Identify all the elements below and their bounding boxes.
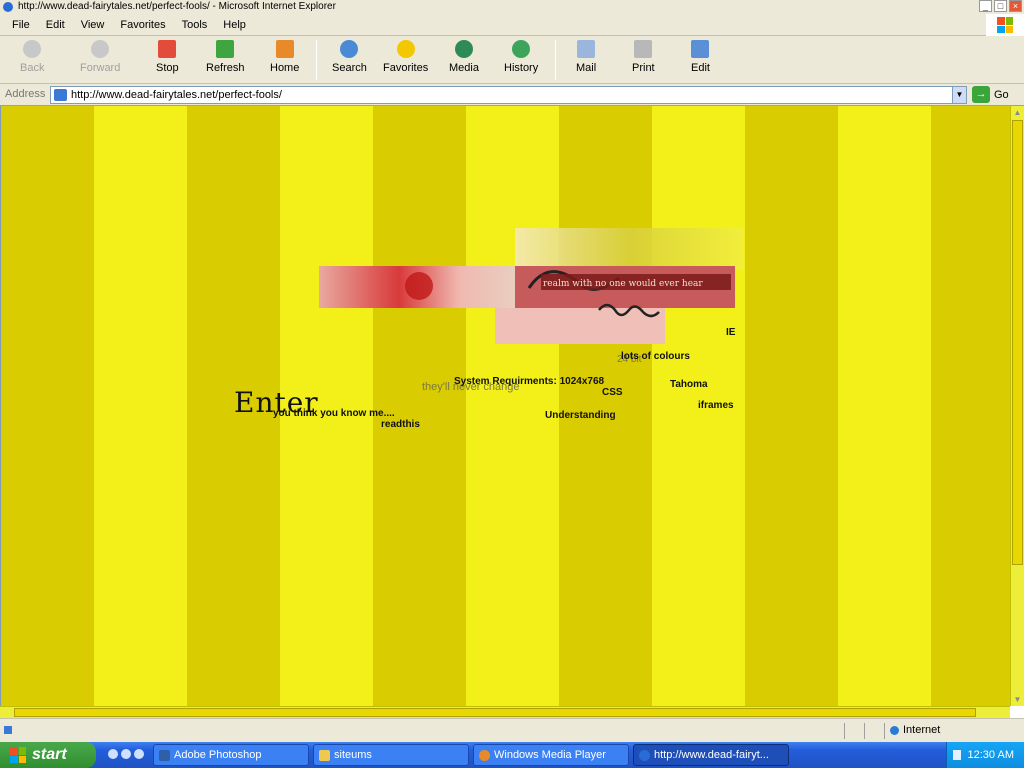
menu-bar: File Edit View Favorites Tools Help — [0, 14, 1024, 36]
windows-logo-icon — [10, 747, 26, 763]
history-icon — [512, 40, 531, 58]
standard-toolbar: Back Forward Stop Refresh Home Search Fa… — [0, 36, 1024, 84]
scroll-up-icon[interactable]: ▲ — [1011, 106, 1024, 119]
req-colours: lots of colours — [621, 351, 690, 362]
horizontal-scroll-thumb[interactable] — [14, 708, 976, 717]
menu-tools[interactable]: Tools — [174, 19, 216, 31]
history-button[interactable]: History — [504, 40, 538, 74]
menu-favorites[interactable]: Favorites — [112, 19, 173, 31]
address-label: Address — [5, 88, 46, 100]
chevron-down-icon[interactable]: ▼ — [952, 87, 966, 103]
maximize-button[interactable]: □ — [994, 0, 1007, 12]
refresh-icon — [216, 40, 235, 58]
req-tahoma: Tahoma — [670, 379, 708, 390]
quicklaunch-desktop-icon[interactable] — [134, 749, 144, 759]
menu-file[interactable]: File — [4, 19, 38, 31]
status-divider — [844, 723, 845, 739]
vertical-scrollbar[interactable]: ▲ ▼ — [1010, 106, 1024, 706]
scroll-down-icon[interactable]: ▼ — [1011, 693, 1024, 706]
start-button[interactable]: start — [0, 742, 96, 768]
forward-arrow-icon — [91, 40, 110, 58]
home-icon — [275, 40, 294, 58]
windows-logo-icon — [986, 14, 1024, 36]
favorites-button[interactable]: Favorites — [383, 40, 428, 74]
security-zone: Internet — [890, 724, 940, 736]
media-button[interactable]: Media — [449, 40, 479, 74]
clock: 12:30 AM — [967, 749, 1014, 761]
status-bar: Internet — [0, 718, 1024, 742]
window-title: http://www.dead-fairytales.net/perfect-f… — [18, 1, 336, 12]
home-button[interactable]: Home — [270, 40, 299, 74]
address-url: http://www.dead-fairytales.net/perfect-f… — [71, 89, 282, 101]
volume-icon[interactable] — [953, 750, 961, 760]
refresh-button[interactable]: Refresh — [206, 40, 245, 74]
go-arrow-icon: → — [972, 86, 990, 103]
banner-text: realm with no one would ever hear — [543, 279, 703, 289]
horizontal-scrollbar[interactable] — [0, 706, 1010, 718]
task-siteums[interactable]: siteums — [313, 744, 469, 766]
toolbar-separator — [316, 40, 317, 80]
search-icon — [340, 40, 359, 58]
minimize-button[interactable]: _ — [979, 0, 992, 12]
menu-edit[interactable]: Edit — [38, 19, 73, 31]
readthis-link[interactable]: readthis — [381, 419, 420, 430]
close-button[interactable]: × — [1009, 0, 1022, 12]
printer-icon — [634, 40, 653, 58]
folder-icon — [319, 750, 330, 761]
address-bar: Address http://www.dead-fairytales.net/p… — [0, 84, 1024, 106]
vertical-scroll-thumb[interactable] — [1012, 120, 1023, 565]
media-icon — [454, 40, 473, 58]
go-button[interactable]: → Go — [972, 86, 1009, 103]
address-input[interactable]: http://www.dead-fairytales.net/perfect-f… — [50, 86, 967, 104]
page-icon — [54, 89, 67, 101]
req-iframes: iframes — [698, 400, 734, 411]
taskbar: start Adobe Photoshop siteums Windows Me… — [0, 742, 1024, 768]
banner-collage: realm with no one would ever hear — [319, 228, 744, 344]
title-bar: http://www.dead-fairytales.net/perfect-f… — [0, 0, 1024, 14]
quicklaunch-ie-icon[interactable] — [108, 749, 118, 759]
back-button[interactable]: Back — [20, 40, 44, 74]
task-media-player[interactable]: Windows Media Player — [473, 744, 629, 766]
system-tray: 12:30 AM — [946, 742, 1024, 768]
stop-button[interactable]: Stop — [156, 40, 179, 74]
quicklaunch-media-icon[interactable] — [121, 749, 131, 759]
menu-view[interactable]: View — [73, 19, 113, 31]
edit-icon — [691, 40, 710, 58]
striped-background — [1, 106, 1010, 706]
req-css: CSS — [602, 387, 623, 398]
page-viewport: realm with no one would ever hear Enter … — [0, 106, 1010, 706]
search-button[interactable]: Search — [332, 40, 367, 74]
globe-icon — [890, 725, 899, 735]
stop-icon — [158, 40, 177, 58]
task-internet-explorer[interactable]: http://www.dead-fairyt... — [633, 744, 789, 766]
req-ie: IE — [726, 327, 736, 338]
task-photoshop[interactable]: Adobe Photoshop — [153, 744, 309, 766]
edit-button[interactable]: Edit — [691, 40, 710, 74]
system-requirements: System Requirments: 1024x768 — [454, 376, 605, 387]
req-understanding: Understanding — [545, 410, 616, 421]
window-controls: _ □ × — [979, 0, 1022, 12]
mail-icon — [577, 40, 596, 58]
print-button[interactable]: Print — [632, 40, 655, 74]
ie-icon — [3, 2, 13, 12]
media-player-icon — [479, 750, 490, 761]
star-icon — [396, 40, 415, 58]
forward-button[interactable]: Forward — [80, 40, 120, 74]
photoshop-icon — [159, 750, 170, 761]
ie-icon — [639, 750, 650, 761]
scrollbar-corner — [1010, 706, 1024, 718]
toolbar-separator — [555, 40, 556, 80]
status-divider — [884, 723, 885, 739]
back-arrow-icon — [23, 40, 42, 58]
menu-help[interactable]: Help — [215, 19, 254, 31]
tagline-text: you think you know me.... — [273, 408, 395, 419]
status-divider — [864, 723, 865, 739]
mail-button[interactable]: Mail — [576, 40, 596, 74]
status-page-icon — [4, 726, 12, 734]
